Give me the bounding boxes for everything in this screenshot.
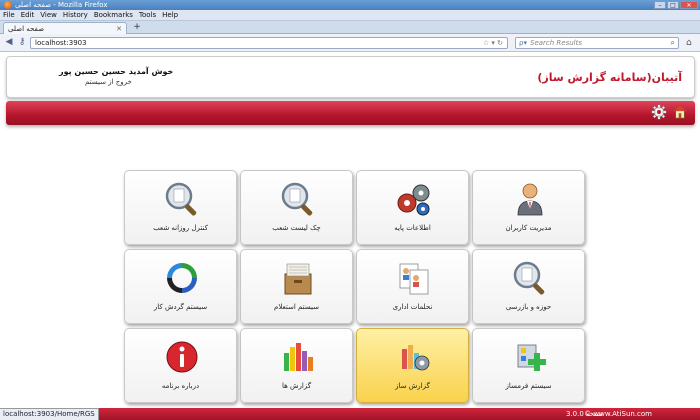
- tile-branch-checklist[interactable]: چک لیست شعب: [240, 170, 353, 245]
- tile-about[interactable]: درباره برنامه: [124, 328, 237, 403]
- tile-label: چک لیست شعب: [272, 224, 321, 232]
- tile-label: سیستم استعلام: [273, 303, 320, 311]
- tile-label: سیستم فرمساز: [505, 382, 552, 390]
- tile-label: مدیریت کاربران: [505, 224, 552, 232]
- magnifier-icon: [281, 182, 313, 216]
- home-icon[interactable]: [673, 105, 687, 119]
- tile-label: سیستم گردش کار: [153, 303, 208, 311]
- copyright-text: © www.AtiSun.com: [584, 410, 652, 418]
- tile-label: کنترل روزانه شعب: [153, 224, 208, 232]
- firefox-logo-icon: [4, 1, 12, 9]
- app-header: خوش آمدید حسین حسین پور خروج از سیستم آت…: [6, 56, 695, 98]
- magnifier-icon: [165, 182, 197, 216]
- menu-edit[interactable]: Edit: [21, 11, 35, 19]
- report-builder-icon: [402, 345, 430, 371]
- menu-help[interactable]: Help: [162, 11, 178, 19]
- status-bar: localhost:3903/Home/RGS 3.0.0 نسخه © www…: [0, 408, 700, 420]
- tile-label: حوزه و بازرسی: [505, 303, 552, 311]
- close-window-button[interactable]: ✕: [680, 1, 698, 9]
- tile-user-management[interactable]: مدیریت کاربران: [472, 170, 585, 245]
- maximize-button[interactable]: □: [667, 1, 679, 9]
- status-url: localhost:3903/Home/RGS: [0, 408, 99, 420]
- tile-report-builder[interactable]: گزارش ساز: [356, 328, 469, 403]
- main-toolbar: [6, 101, 695, 125]
- tile-administrative-letters[interactable]: نحلمات اداری: [356, 249, 469, 324]
- close-tab-icon[interactable]: ✕: [116, 25, 122, 33]
- menu-file[interactable]: File: [3, 11, 15, 19]
- new-tab-button[interactable]: +: [131, 23, 143, 33]
- bookmark-star-icon[interactable]: ☆ ▾ ↻: [483, 39, 503, 47]
- url-text: localhost:3903: [35, 39, 87, 47]
- identity-key-icon[interactable]: ⚷: [17, 38, 27, 48]
- tile-label: گزارش ساز: [395, 382, 430, 390]
- tile-label: درباره برنامه: [161, 382, 200, 390]
- menu-bar: File Edit View History Bookmarks Tools H…: [0, 10, 700, 21]
- search-placeholder: Search Results: [530, 39, 583, 47]
- logout-link[interactable]: خروج از سیستم: [85, 78, 132, 86]
- settings-gear-icon[interactable]: [651, 104, 667, 120]
- documents-icon: [399, 263, 429, 295]
- tile-form-builder[interactable]: سیستم فرمساز: [472, 328, 585, 403]
- tile-label: نحلمات اداری: [392, 303, 433, 311]
- search-engine-icon[interactable]: ρ▾: [519, 39, 527, 47]
- navigation-bar: ◀ ⚷ localhost:3903 ☆ ▾ ↻ ρ▾ Search Resul…: [0, 34, 700, 52]
- browser-home-icon[interactable]: ⌂: [686, 38, 692, 48]
- tile-reports[interactable]: گزارش ها: [240, 328, 353, 403]
- filebox-icon: [284, 263, 312, 295]
- search-icon[interactable]: ⌕: [671, 38, 675, 48]
- gears-icon: [397, 184, 430, 216]
- menu-bookmarks[interactable]: Bookmarks: [94, 11, 133, 19]
- url-input[interactable]: localhost:3903 ☆ ▾ ↻: [30, 37, 508, 49]
- window-titlebar: صفحه اصلی - Mozilla Firefox – □ ✕: [0, 0, 700, 10]
- menu-tools[interactable]: Tools: [139, 11, 156, 19]
- form-builder-icon: [517, 344, 546, 371]
- bar-chart-icon: [284, 343, 313, 371]
- tile-daily-branch-control[interactable]: کنترل روزانه شعب: [124, 170, 237, 245]
- tile-label: اطلاعات پایه: [394, 224, 431, 232]
- welcome-text: خوش آمدید حسین حسین پور: [59, 67, 174, 76]
- user-icon: [517, 183, 543, 216]
- module-grid: مدیریت کاربران اطلاعات پایه چک لیست شعب …: [124, 170, 585, 404]
- window-controls: – □ ✕: [654, 1, 698, 9]
- tile-inspection-area[interactable]: حوزه و بازرسی: [472, 249, 585, 324]
- tile-base-info[interactable]: اطلاعات پایه: [356, 170, 469, 245]
- menu-history[interactable]: History: [63, 11, 88, 19]
- magnifier-icon: [513, 261, 545, 295]
- tab-bar: صفحه اصلی ✕ +: [0, 21, 700, 34]
- menu-view[interactable]: View: [40, 11, 57, 19]
- tile-inquiry-system[interactable]: سیستم استعلام: [240, 249, 353, 324]
- minimize-button[interactable]: –: [654, 1, 666, 9]
- info-icon: [166, 341, 198, 373]
- search-input[interactable]: ρ▾ Search Results ⌕: [515, 37, 679, 49]
- tab-title: صفحه اصلی: [8, 24, 45, 33]
- app-title: آتیبان(سامانه گزارش ساز): [537, 71, 682, 84]
- window-title: صفحه اصلی - Mozilla Firefox: [15, 1, 108, 9]
- tab-home[interactable]: صفحه اصلی ✕: [3, 22, 127, 34]
- back-arrow-icon[interactable]: ◀: [4, 38, 14, 48]
- tile-label: گزارش ها: [281, 382, 312, 390]
- tile-workflow-system[interactable]: سیستم گردش کار: [124, 249, 237, 324]
- cycle-icon: [167, 263, 197, 293]
